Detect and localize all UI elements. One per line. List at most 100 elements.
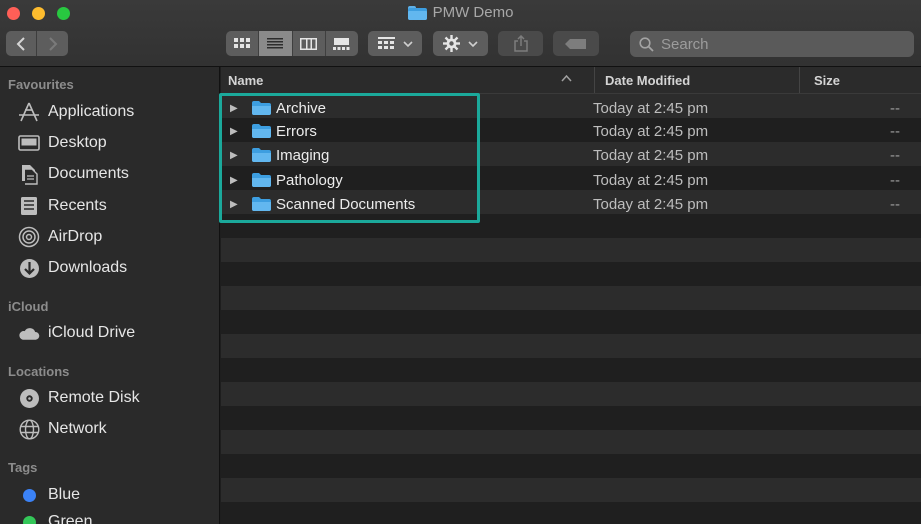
sidebar-item-label: Downloads [48,259,128,276]
toolbar: PMW Demo [0,0,921,67]
file-date: Today at 2:45 pm [593,99,709,117]
sidebar-item-network[interactable]: Network [18,417,107,441]
documents-icon [18,163,40,185]
tag-button[interactable] [553,31,599,56]
tag-icon [565,38,586,49]
icon-view-icon [234,38,251,48]
sidebar-item-label: Green [48,513,93,524]
sidebar-item-label: AirDrop [48,228,103,245]
folder-icon [407,5,427,20]
sidebar-section-icloud: iCloud [8,299,49,314]
group-button[interactable] [368,31,422,56]
file-size: -- [890,171,900,189]
row-stripe [221,478,921,502]
sidebar-item-recents[interactable]: Recents [18,194,107,218]
row-stripe [221,262,921,286]
cloud-icon [18,322,40,344]
column-header-size[interactable]: Size [799,67,920,93]
file-date: Today at 2:45 pm [593,146,709,164]
column-view-button[interactable] [293,31,326,56]
file-date: Today at 2:45 pm [593,195,709,213]
back-forward-group [6,31,68,56]
icon-view-button[interactable] [226,31,260,56]
share-icon [513,35,528,52]
sidebar-item-documents[interactable]: Documents [18,162,129,186]
sidebar-item-label: Desktop [48,134,107,151]
sidebar-item-icloud-drive[interactable]: iCloud Drive [18,321,135,345]
sidebar-section-locations: Locations [8,364,70,379]
sidebar-item-label: Applications [48,103,135,120]
window-title: PMW Demo [0,4,921,21]
column-header-name-label: Name [228,72,264,88]
back-button[interactable] [6,31,37,56]
row-stripe [221,238,921,262]
chevron-down-icon [468,40,478,47]
sidebar-item-remote-disk[interactable]: Remote Disk [18,386,140,410]
selection-highlight-box [219,93,480,223]
sidebar-item-airdrop[interactable]: AirDrop [18,225,102,249]
sidebar-item-tag-blue[interactable]: Blue [18,483,80,507]
list-view-button[interactable] [259,31,293,56]
airdrop-icon [18,226,40,248]
row-stripe [221,310,921,334]
chevron-right-icon [48,36,57,51]
share-button[interactable] [498,31,543,56]
sidebar-item-label: Documents [48,165,129,182]
row-stripe [221,382,921,406]
applications-icon [18,101,40,123]
gear-icon [443,35,460,52]
action-menu-button[interactable] [433,31,488,56]
recents-icon [18,195,40,217]
sidebar-section-tags: Tags [8,460,38,475]
column-header-date-modified[interactable]: Date Modified [594,67,794,93]
column-headers: Name Date Modified Size [221,67,921,94]
row-stripe [221,358,921,382]
search-input[interactable] [661,35,891,53]
sidebar-item-tag-green[interactable]: Green [18,510,92,524]
file-date: Today at 2:45 pm [593,122,709,140]
row-stripe [221,502,921,524]
file-size: -- [890,146,900,164]
row-stripe [221,454,921,478]
tag-color-dot-icon [18,511,40,524]
view-mode-switcher [226,31,358,56]
column-header-size-label: Size [814,72,841,88]
file-date: Today at 2:45 pm [593,171,709,189]
downloads-icon [18,257,40,279]
disc-icon [18,387,40,409]
gallery-view-button[interactable] [326,31,358,56]
chevron-left-icon [16,36,25,51]
column-header-date-label: Date Modified [605,72,691,88]
network-icon [18,418,40,440]
row-stripe [221,406,921,430]
sidebar-item-label: Network [48,420,107,437]
row-stripe [221,286,921,310]
sidebar-item-applications[interactable]: Applications [18,100,134,124]
sidebar-item-desktop[interactable]: Desktop [18,131,107,155]
search-icon [639,36,654,52]
forward-button[interactable] [37,31,68,56]
column-header-name[interactable]: Name [228,67,578,93]
gallery-view-icon [333,37,350,50]
sidebar-item-label: Remote Disk [48,389,140,406]
sidebar-item-downloads[interactable]: Downloads [18,256,127,280]
sidebar-item-label: Recents [48,197,107,214]
window-title-text: PMW Demo [432,4,514,21]
file-size: -- [890,195,900,213]
sidebar-section-favourites: Favourites [8,77,74,92]
tag-color-dot-icon [18,484,40,506]
row-stripe [221,430,921,454]
column-view-icon [300,37,318,50]
chevron-down-icon [402,40,413,47]
desktop-icon [18,132,40,154]
group-icon [377,37,395,49]
file-size: -- [890,122,900,140]
list-view-icon [267,38,284,49]
row-stripe [221,334,921,358]
sort-ascending-icon [561,74,572,82]
file-size: -- [890,99,900,117]
search-field[interactable] [630,31,914,57]
sidebar: Favourites Applications Desktop Document… [0,67,220,524]
sidebar-item-label: iCloud Drive [48,324,136,341]
sidebar-item-label: Blue [48,486,81,503]
